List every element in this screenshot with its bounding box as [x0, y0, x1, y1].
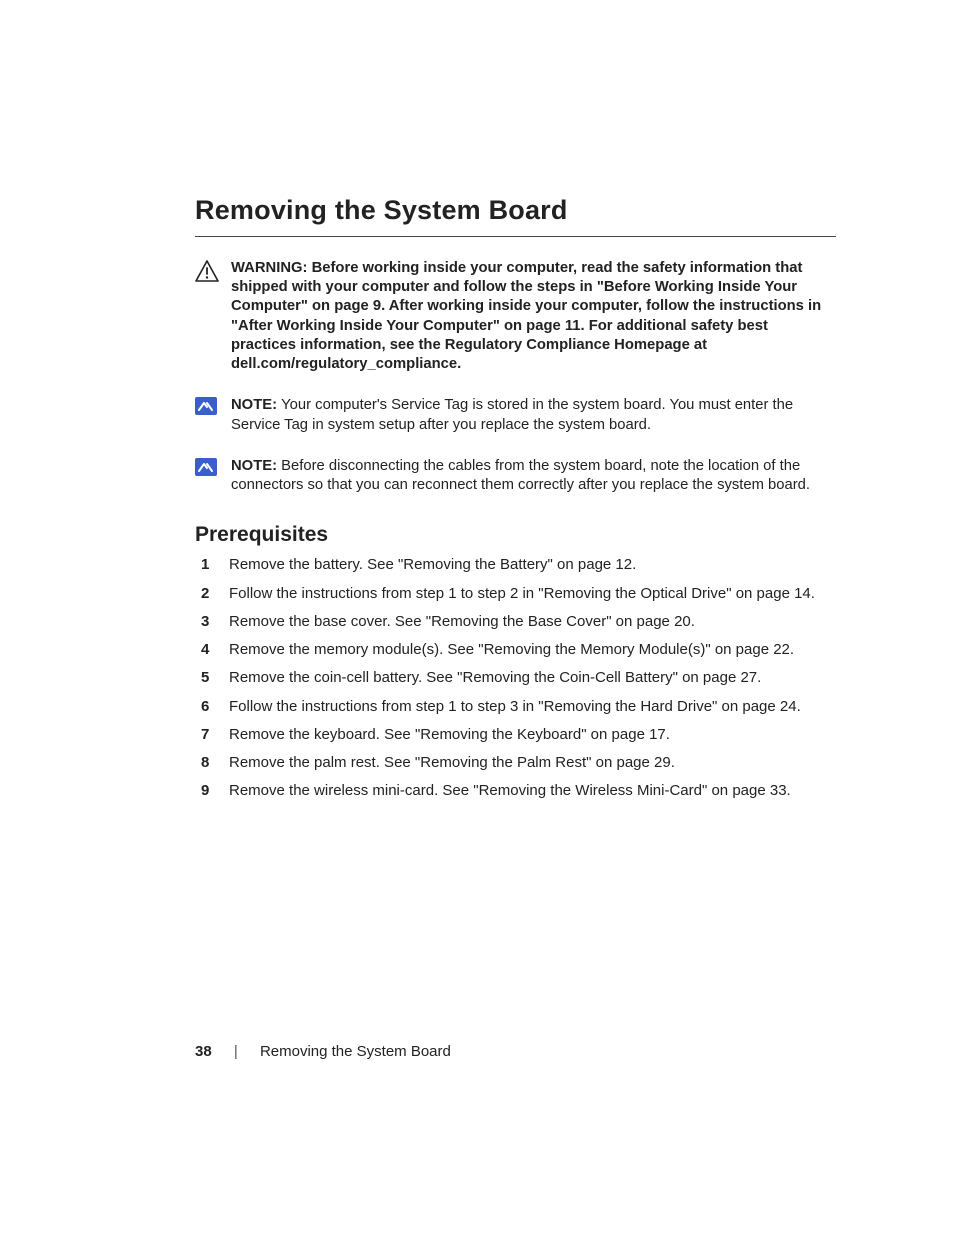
footer-section: Removing the System Board	[260, 1043, 451, 1060]
prerequisites-list: Remove the battery. See "Removing the Ba…	[195, 555, 836, 801]
list-item: Remove the battery. See "Removing the Ba…	[195, 555, 836, 575]
note-lead: NOTE:	[231, 397, 281, 413]
warning-body: Before working inside your computer, rea…	[231, 260, 821, 372]
list-item: Remove the wireless mini-card. See "Remo…	[195, 781, 836, 801]
list-item: Remove the keyboard. See "Removing the K…	[195, 725, 836, 745]
note-text: NOTE: Your computer's Service Tag is sto…	[231, 396, 836, 434]
warning-text: WARNING: Before working inside your comp…	[231, 259, 836, 374]
note-body: Before disconnecting the cables from the…	[231, 458, 810, 493]
document-page: Removing the System Board WARNING: Befor…	[0, 0, 954, 1235]
list-item: Remove the base cover. See "Removing the…	[195, 612, 836, 632]
footer-separator: |	[234, 1043, 238, 1060]
page-number: 38	[195, 1043, 212, 1060]
note-icon	[195, 458, 219, 480]
warning-lead: WARNING:	[231, 260, 312, 276]
list-item: Follow the instructions from step 1 to s…	[195, 584, 836, 604]
list-item: Remove the palm rest. See "Removing the …	[195, 753, 836, 773]
note-lead: NOTE:	[231, 458, 281, 474]
page-footer: 38 | Removing the System Board	[195, 1043, 451, 1060]
page-title: Removing the System Board	[195, 195, 836, 237]
list-item: Remove the coin-cell battery. See "Remov…	[195, 668, 836, 688]
note-body: Your computer's Service Tag is stored in…	[231, 397, 793, 432]
note-icon	[195, 397, 219, 419]
warning-block: WARNING: Before working inside your comp…	[195, 259, 836, 374]
note-block: NOTE: Your computer's Service Tag is sto…	[195, 396, 836, 434]
list-item: Follow the instructions from step 1 to s…	[195, 697, 836, 717]
warning-icon	[195, 260, 219, 282]
note-text: NOTE: Before disconnecting the cables fr…	[231, 457, 836, 495]
prerequisites-heading: Prerequisites	[195, 523, 836, 547]
list-item: Remove the memory module(s). See "Removi…	[195, 640, 836, 660]
note-block: NOTE: Before disconnecting the cables fr…	[195, 457, 836, 495]
